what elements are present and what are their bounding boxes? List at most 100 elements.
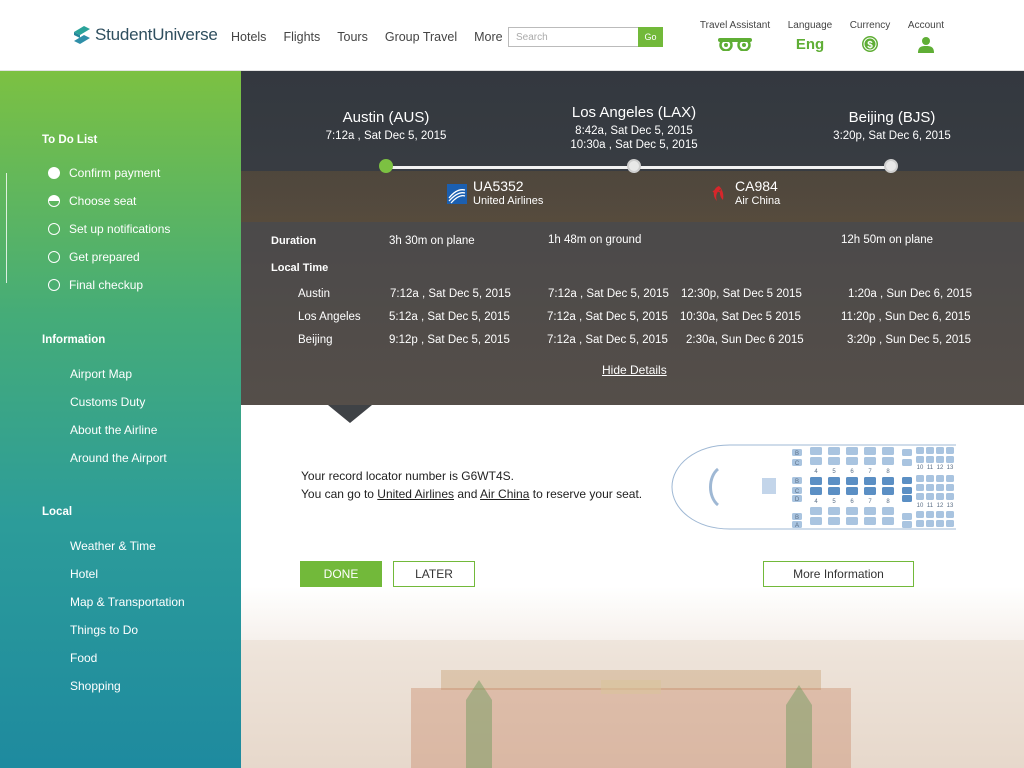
nav-more[interactable]: More <box>474 30 502 44</box>
seat[interactable] <box>936 475 944 482</box>
seat[interactable] <box>946 447 954 454</box>
seat[interactable] <box>926 520 934 527</box>
seat[interactable] <box>882 457 894 465</box>
seat[interactable] <box>916 456 924 463</box>
seat[interactable] <box>902 521 912 528</box>
flight-segment-1[interactable]: UA5352 United Airlines <box>447 178 543 207</box>
seat[interactable] <box>902 459 912 466</box>
hide-details-link[interactable]: Hide Details <box>602 363 667 377</box>
seat[interactable] <box>828 487 840 495</box>
local-things-to-do[interactable]: Things to Do <box>70 616 185 644</box>
seat[interactable] <box>946 484 954 491</box>
todo-item-set-up-notifications[interactable]: Set up notifications <box>48 215 170 243</box>
seat[interactable] <box>916 484 924 491</box>
travel-assistant[interactable]: Travel Assistant <box>698 20 772 53</box>
info-airport-map[interactable]: Airport Map <box>70 360 167 388</box>
seat[interactable] <box>864 457 876 465</box>
seat[interactable] <box>846 517 858 525</box>
seat[interactable] <box>810 457 822 465</box>
united-airlines-link[interactable]: United Airlines <box>377 487 454 501</box>
seat[interactable] <box>936 456 944 463</box>
info-about-airline[interactable]: About the Airline <box>70 416 167 444</box>
nav-flights[interactable]: Flights <box>283 30 320 44</box>
seat[interactable] <box>936 484 944 491</box>
seat[interactable] <box>864 517 876 525</box>
seat[interactable] <box>936 511 944 518</box>
seat[interactable] <box>946 456 954 463</box>
todo-item-get-prepared[interactable]: Get prepared <box>48 243 170 271</box>
seat[interactable] <box>846 507 858 515</box>
seat[interactable] <box>882 517 894 525</box>
local-hotel[interactable]: Hotel <box>70 560 185 588</box>
seat[interactable] <box>936 493 944 500</box>
seat[interactable] <box>864 487 876 495</box>
seat[interactable] <box>846 477 858 485</box>
seat[interactable] <box>810 487 822 495</box>
seat[interactable] <box>810 447 822 455</box>
info-around-airport[interactable]: Around the Airport <box>70 444 167 472</box>
seat[interactable] <box>926 447 934 454</box>
seat[interactable] <box>936 447 944 454</box>
seat[interactable] <box>902 495 912 502</box>
todo-item-confirm-payment[interactable]: Confirm payment <box>48 159 170 187</box>
seat[interactable] <box>828 517 840 525</box>
seat[interactable] <box>916 447 924 454</box>
seat[interactable] <box>926 493 934 500</box>
seat[interactable] <box>916 520 924 527</box>
done-button[interactable]: DONE <box>300 561 382 587</box>
seat[interactable] <box>810 517 822 525</box>
todo-item-final-checkup[interactable]: Final checkup <box>48 271 170 299</box>
seat[interactable] <box>926 484 934 491</box>
seat[interactable] <box>864 507 876 515</box>
nav-group-travel[interactable]: Group Travel <box>385 30 457 44</box>
local-weather-time[interactable]: Weather & Time <box>70 532 185 560</box>
seat[interactable] <box>926 456 934 463</box>
seat[interactable] <box>882 477 894 485</box>
search-input[interactable] <box>508 27 638 47</box>
seat[interactable] <box>882 507 894 515</box>
seat[interactable] <box>810 477 822 485</box>
seat[interactable] <box>846 447 858 455</box>
seat[interactable] <box>916 475 924 482</box>
seat[interactable] <box>882 447 894 455</box>
seat[interactable] <box>864 447 876 455</box>
seat[interactable] <box>926 475 934 482</box>
seat[interactable] <box>936 520 944 527</box>
seat[interactable] <box>946 493 954 500</box>
todo-item-choose-seat[interactable]: Choose seat <box>48 187 170 215</box>
seat[interactable] <box>846 487 858 495</box>
seat-map[interactable]: BCBCDBA44556677881010111112121313 <box>670 443 960 531</box>
seat[interactable] <box>828 477 840 485</box>
seat[interactable] <box>810 507 822 515</box>
search-go-button[interactable]: Go <box>638 27 663 47</box>
seat[interactable] <box>916 511 924 518</box>
account-menu[interactable]: Account <box>904 20 948 53</box>
seat[interactable] <box>864 477 876 485</box>
seat[interactable] <box>916 493 924 500</box>
flight-segment-2[interactable]: CA984 Air China <box>709 178 780 207</box>
seat[interactable] <box>828 447 840 455</box>
local-shopping[interactable]: Shopping <box>70 672 185 700</box>
seat[interactable] <box>828 457 840 465</box>
local-map-transportation[interactable]: Map & Transportation <box>70 588 185 616</box>
seat[interactable] <box>882 487 894 495</box>
info-customs-duty[interactable]: Customs Duty <box>70 388 167 416</box>
nav-hotels[interactable]: Hotels <box>231 30 266 44</box>
seat[interactable] <box>946 475 954 482</box>
seat[interactable] <box>902 487 912 494</box>
seat[interactable] <box>902 477 912 484</box>
seat[interactable] <box>902 449 912 456</box>
brand-logo[interactable]: StudentUniverse <box>72 24 218 46</box>
later-button[interactable]: LATER <box>393 561 475 587</box>
seat[interactable] <box>902 513 912 520</box>
currency-selector[interactable]: Currency $ <box>846 20 894 53</box>
seat[interactable] <box>846 457 858 465</box>
more-information-button[interactable]: More Information <box>763 561 914 587</box>
language-selector[interactable]: Language Eng <box>786 20 834 53</box>
seat[interactable] <box>926 511 934 518</box>
seat[interactable] <box>946 511 954 518</box>
seat[interactable] <box>946 520 954 527</box>
air-china-link[interactable]: Air China <box>480 487 529 501</box>
local-food[interactable]: Food <box>70 644 185 672</box>
nav-tours[interactable]: Tours <box>337 30 368 44</box>
